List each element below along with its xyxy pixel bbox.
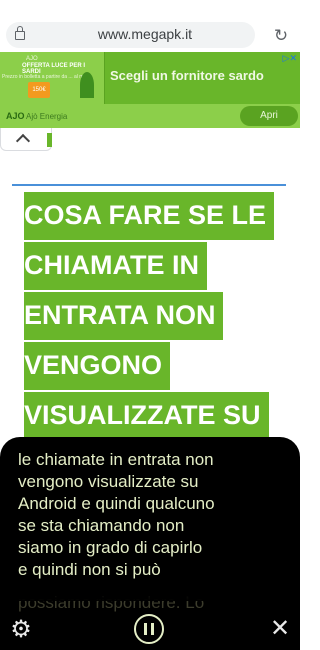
text-fade [0,581,300,601]
read-aloud-line: vengono visualizzate su [18,472,199,491]
ad-footer[interactable]: AJO Ajò Energia Apri [0,104,300,128]
read-aloud-line: Android e quindi qualcuno [18,494,215,513]
read-aloud-line: se sta chiamando non [18,516,185,535]
url-text[interactable]: www.megapk.it [60,26,230,42]
ad-advertiser: Ajò Energia [26,112,68,121]
headline-line: VENGONO [24,342,171,390]
ad-open-button[interactable]: Apri [240,106,298,126]
reload-icon[interactable]: ↻ [271,26,291,46]
ad-indicator [47,133,52,147]
read-aloud-line: e quindi non si può [18,560,161,579]
ad-headline[interactable]: Scegli un fornitore sardo [110,68,264,83]
ad-banner[interactable]: AJO OFFERTA LUCE PER I SARDI Prezzo in b… [0,52,300,128]
divider [12,184,286,186]
close-icon[interactable]: ✕ [268,617,292,641]
ad-image[interactable]: AJO OFFERTA LUCE PER I SARDI Prezzo in b… [0,52,105,104]
headline-line: ENTRATA NON [24,292,224,340]
headline-line: CHIAMATE IN [24,242,207,290]
adchoices-icon[interactable]: ▷✕ [283,53,297,64]
browser-toolbar: www.megapk.it ↻ [0,0,300,50]
headline-line: VISUALIZZATE SU [24,392,269,440]
headline-line: COSA FARE SE LE [24,192,275,240]
ad-image-price-note: Prezzo in bolletta a partire da ... al m… [2,74,92,80]
ad-image-badge: 150€ [28,82,50,98]
lock-icon[interactable] [15,26,25,40]
read-aloud-line: siamo in grado di capirlo [18,538,203,557]
read-aloud-line: le chiamate in entrata non [18,450,214,469]
gear-icon[interactable]: ⚙ [8,617,34,643]
read-aloud-text: le chiamate in entrata non vengono visua… [18,449,288,581]
collapse-ad-button[interactable] [0,128,52,151]
article-headline: COSA FARE SE LE CHIAMATE IN ENTRATA NON … [24,192,294,442]
ad-top-area[interactable]: AJO OFFERTA LUCE PER I SARDI Prezzo in b… [0,52,300,104]
ad-plant-graphic [80,72,94,98]
ad-logo: AJO [6,111,25,121]
pause-icon[interactable] [134,614,164,644]
chevron-up-icon [15,133,31,149]
ad-image-brand: AJO [26,56,38,62]
